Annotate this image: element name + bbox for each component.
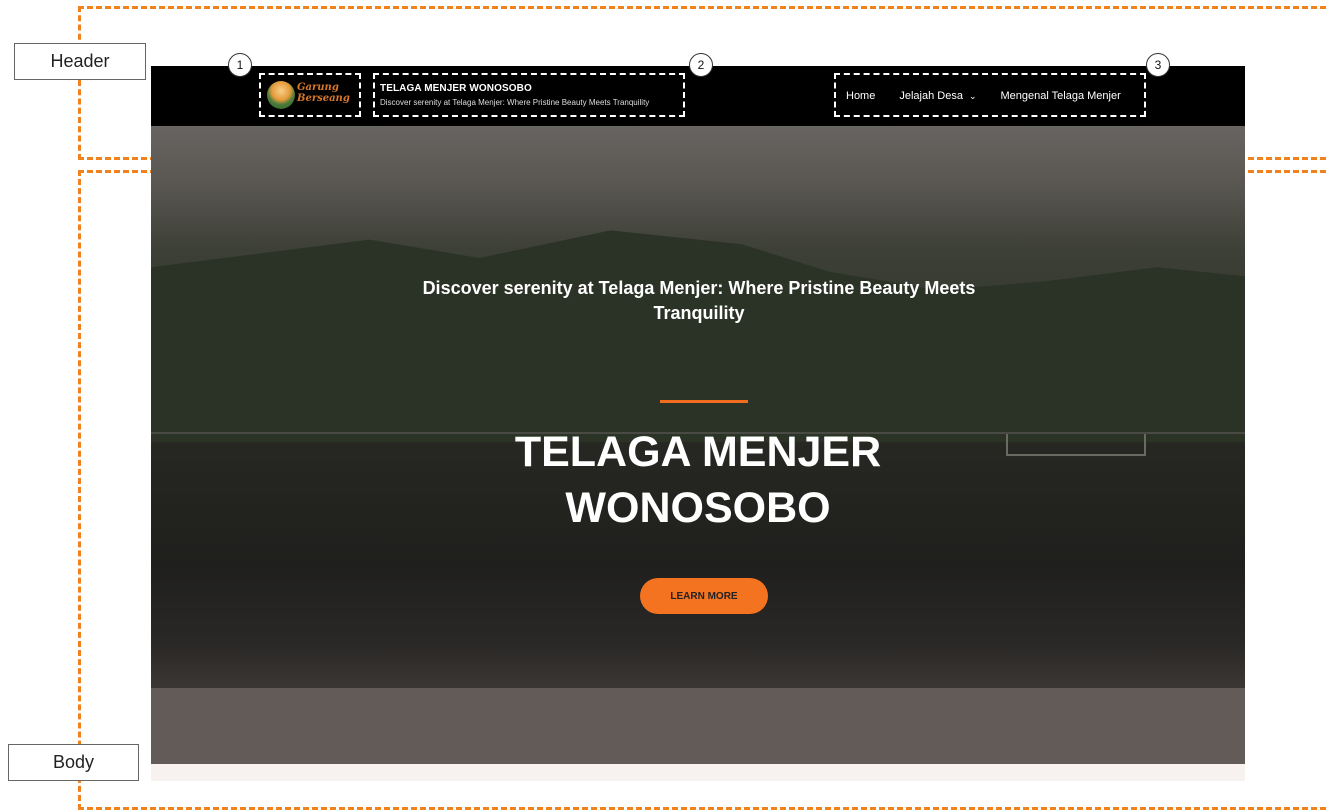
chevron-down-icon: ⌄: [968, 91, 977, 101]
website-screenshot: Garung Berseang TELAGA MENJER WONOSOBO D…: [151, 66, 1245, 764]
callout-number-1: 1: [228, 53, 252, 77]
main-nav: Home Jelajah Desa ⌄ Mengenal Telaga Menje…: [846, 90, 1121, 102]
hero-title: TELAGA MENJER WONOSOBO: [514, 428, 882, 532]
header-annotation-label: Header: [14, 43, 146, 80]
site-title[interactable]: TELAGA MENJER WONOSOBO: [380, 83, 532, 94]
content-band: [151, 688, 1245, 764]
nav-item-home[interactable]: Home: [846, 90, 875, 102]
site-tagline: Discover serenity at Telaga Menjer: Wher…: [380, 98, 650, 107]
logo-text-line-1: Garung: [297, 82, 339, 93]
floating-dock: [1006, 434, 1146, 456]
mountain-backdrop: [151, 230, 1245, 442]
logo-emblem-icon: [267, 81, 295, 109]
nav-item-jelajah-desa-label: Jelajah Desa: [899, 90, 963, 102]
logo-text-line-2: Berseang: [297, 93, 350, 104]
nav-item-mengenal-telaga-menjer[interactable]: Mengenal Telaga Menjer: [1000, 90, 1120, 102]
hero-subtitle: Discover serenity at Telaga Menjer: Wher…: [422, 278, 976, 323]
hero-section: Discover serenity at Telaga Menjer: Wher…: [151, 126, 1245, 688]
body-annotation-label: Body: [8, 744, 139, 781]
callout-number-2: 2: [689, 53, 713, 77]
callout-number-3: 3: [1146, 53, 1170, 77]
logo-text: Garung Berseang: [297, 82, 350, 104]
page-bottom-strip: [151, 764, 1245, 781]
hero-divider: [660, 400, 748, 403]
title-callout-box: [373, 73, 685, 117]
learn-more-button[interactable]: LEARN MORE: [640, 578, 768, 614]
site-logo[interactable]: Garung Berseang: [267, 80, 359, 112]
nav-item-jelajah-desa[interactable]: Jelajah Desa ⌄: [899, 90, 976, 102]
